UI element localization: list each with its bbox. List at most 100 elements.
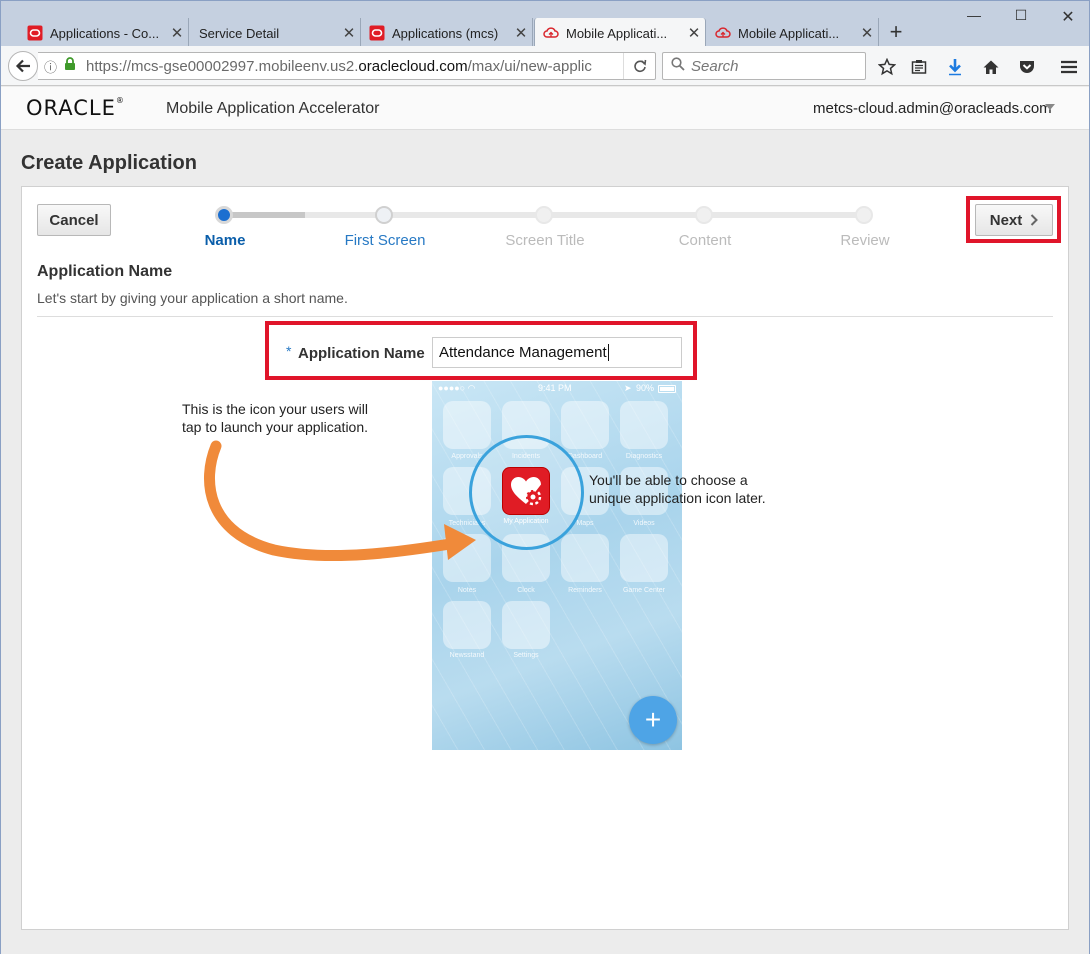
url-bar[interactable]: ⓘ https://mcs-gse00002997.mobileenv.us2.…: [38, 52, 656, 80]
tab-title: Applications - Co...: [50, 25, 160, 41]
text-cursor: [607, 344, 609, 361]
close-tab-icon[interactable]: ✕: [166, 24, 188, 42]
app-tile-label: Diagnostics: [625, 453, 663, 460]
tab-title: Mobile Applicati...: [738, 25, 840, 41]
app-tile: [561, 534, 609, 582]
next-label: Next: [989, 211, 1023, 229]
url-suffix: /max/ui/new-applic: [467, 57, 592, 75]
app-name: Mobile Application Accelerator: [166, 100, 380, 117]
tab-applications-mcs[interactable]: Applications (mcs) ✕: [361, 18, 533, 48]
train-stop-content: [695, 206, 713, 224]
phone-status-bar: ●●●●○ ◠ 9:41 PM ➤ 90%: [432, 381, 682, 397]
add-fab-button: +: [629, 696, 677, 744]
signal-icon: ●●●●○ ◠: [438, 383, 476, 393]
maximize-icon[interactable]: ☐: [1006, 7, 1036, 24]
note-launch-icon: This is the icon your users will tap to …: [182, 401, 369, 435]
cloud-icon: [715, 25, 731, 41]
tab-service-detail[interactable]: Service Detail ✕: [189, 18, 361, 48]
train-label-first-screen[interactable]: First Screen: [325, 232, 445, 249]
section-description: Let's start by giving your application a…: [37, 290, 348, 306]
browser-tab-bar: Applications - Co... ✕ Service Detail ✕ …: [0, 0, 1090, 48]
reload-icon[interactable]: [623, 53, 655, 79]
home-icon[interactable]: [980, 56, 1002, 78]
required-marker: *: [286, 343, 292, 359]
page-title: Create Application: [21, 152, 197, 174]
status-time: 9:41 PM: [538, 383, 572, 393]
oracle-icon: [27, 25, 43, 41]
application-name-input[interactable]: Attendance Management: [432, 337, 682, 368]
app-tile-label: Reminders: [568, 587, 602, 594]
my-application-label: My Application: [503, 518, 549, 525]
app-tile: [502, 601, 550, 649]
app-tile: [620, 534, 668, 582]
close-tab-icon[interactable]: ✕: [338, 24, 360, 42]
menu-icon[interactable]: [1058, 56, 1080, 78]
tab-mobile-application-active[interactable]: Mobile Applicati... ✕: [534, 18, 706, 48]
note-choose-icon: You'll be able to choose a unique applic…: [589, 472, 766, 506]
train-label-screen-title: Screen Title: [505, 232, 585, 249]
app-icon-heart-gear: [502, 467, 550, 515]
app-tile-label: Clock: [517, 587, 535, 594]
url-domain: oraclecloud.com: [358, 57, 468, 75]
status-battery: 90%: [636, 383, 655, 393]
close-window-icon[interactable]: ✕: [1053, 7, 1083, 27]
oracle-icon: [369, 25, 385, 41]
application-name-label: Application Name: [298, 345, 425, 362]
cloud-icon: [543, 25, 559, 41]
back-button[interactable]: [8, 51, 38, 81]
section-divider: [37, 316, 1053, 317]
close-tab-icon[interactable]: ✕: [510, 24, 532, 42]
bookmark-star-icon[interactable]: [876, 56, 898, 78]
search-input[interactable]: Search: [662, 52, 866, 80]
train-stop-first-screen[interactable]: [375, 206, 393, 224]
app-tile: [443, 601, 491, 649]
browser-toolbar: ⓘ https://mcs-gse00002997.mobileenv.us2.…: [0, 46, 1090, 86]
train-stop-review: [855, 206, 873, 224]
app-tile-label: Newsstand: [449, 652, 485, 659]
train-track-progress: [225, 212, 305, 218]
reading-list-icon[interactable]: [908, 56, 930, 78]
tab-title: Service Detail: [199, 25, 280, 41]
battery-icon: [658, 385, 676, 393]
chevron-down-icon[interactable]: [1045, 104, 1055, 110]
oracle-logo: ORACLE®: [26, 96, 125, 120]
window-border-left: [0, 46, 1, 954]
tab-mobile-application[interactable]: Mobile Applicati... ✕: [707, 18, 879, 48]
application-name-value: Attendance Management: [439, 344, 607, 361]
url-prefix: https://mcs-gse00002997.mobileenv.us2.: [86, 57, 359, 75]
train-label-review: Review: [840, 232, 890, 249]
info-icon[interactable]: ⓘ: [44, 57, 62, 76]
logo-text: ORACLE: [26, 96, 116, 120]
pointer-arrow-icon: [204, 440, 476, 562]
train-label-content: Content: [678, 232, 732, 249]
heart-gear-icon: [511, 477, 542, 506]
section-title: Application Name: [37, 263, 173, 280]
search-icon: [671, 57, 685, 75]
back-arrow-icon: [15, 59, 30, 73]
app-header: ORACLE® Mobile Application Accelerator m…: [1, 87, 1089, 130]
pocket-icon[interactable]: [1016, 56, 1038, 78]
tab-title: Applications (mcs): [392, 25, 499, 41]
app-tile-label: Notes: [457, 587, 477, 594]
user-menu[interactable]: metcs-cloud.admin@oracleads.com: [813, 100, 1052, 117]
train-stop-screen-title: [535, 206, 553, 224]
tab-title: Mobile Applicati...: [566, 25, 668, 41]
minimize-icon[interactable]: —: [959, 7, 989, 23]
tab-applications-co[interactable]: Applications - Co... ✕: [19, 18, 189, 48]
logo-mark: ®: [115, 96, 125, 105]
close-tab-icon[interactable]: ✕: [856, 24, 878, 42]
app-tile: [620, 401, 668, 449]
chevron-right-icon: [1031, 214, 1039, 226]
app-tile-label: Videos: [633, 520, 655, 527]
train-stop-name[interactable]: [215, 206, 233, 224]
app-tile-label: Settings: [513, 652, 539, 659]
lock-icon: [64, 57, 80, 75]
new-tab-button[interactable]: +: [885, 19, 907, 45]
next-button[interactable]: Next: [975, 204, 1053, 236]
train-label-name[interactable]: Name: [165, 232, 285, 249]
app-tile: [561, 401, 609, 449]
location-icon: ➤: [624, 383, 632, 393]
downloads-icon[interactable]: [944, 56, 966, 78]
close-tab-icon[interactable]: ✕: [683, 24, 705, 42]
cancel-button[interactable]: Cancel: [37, 204, 111, 236]
